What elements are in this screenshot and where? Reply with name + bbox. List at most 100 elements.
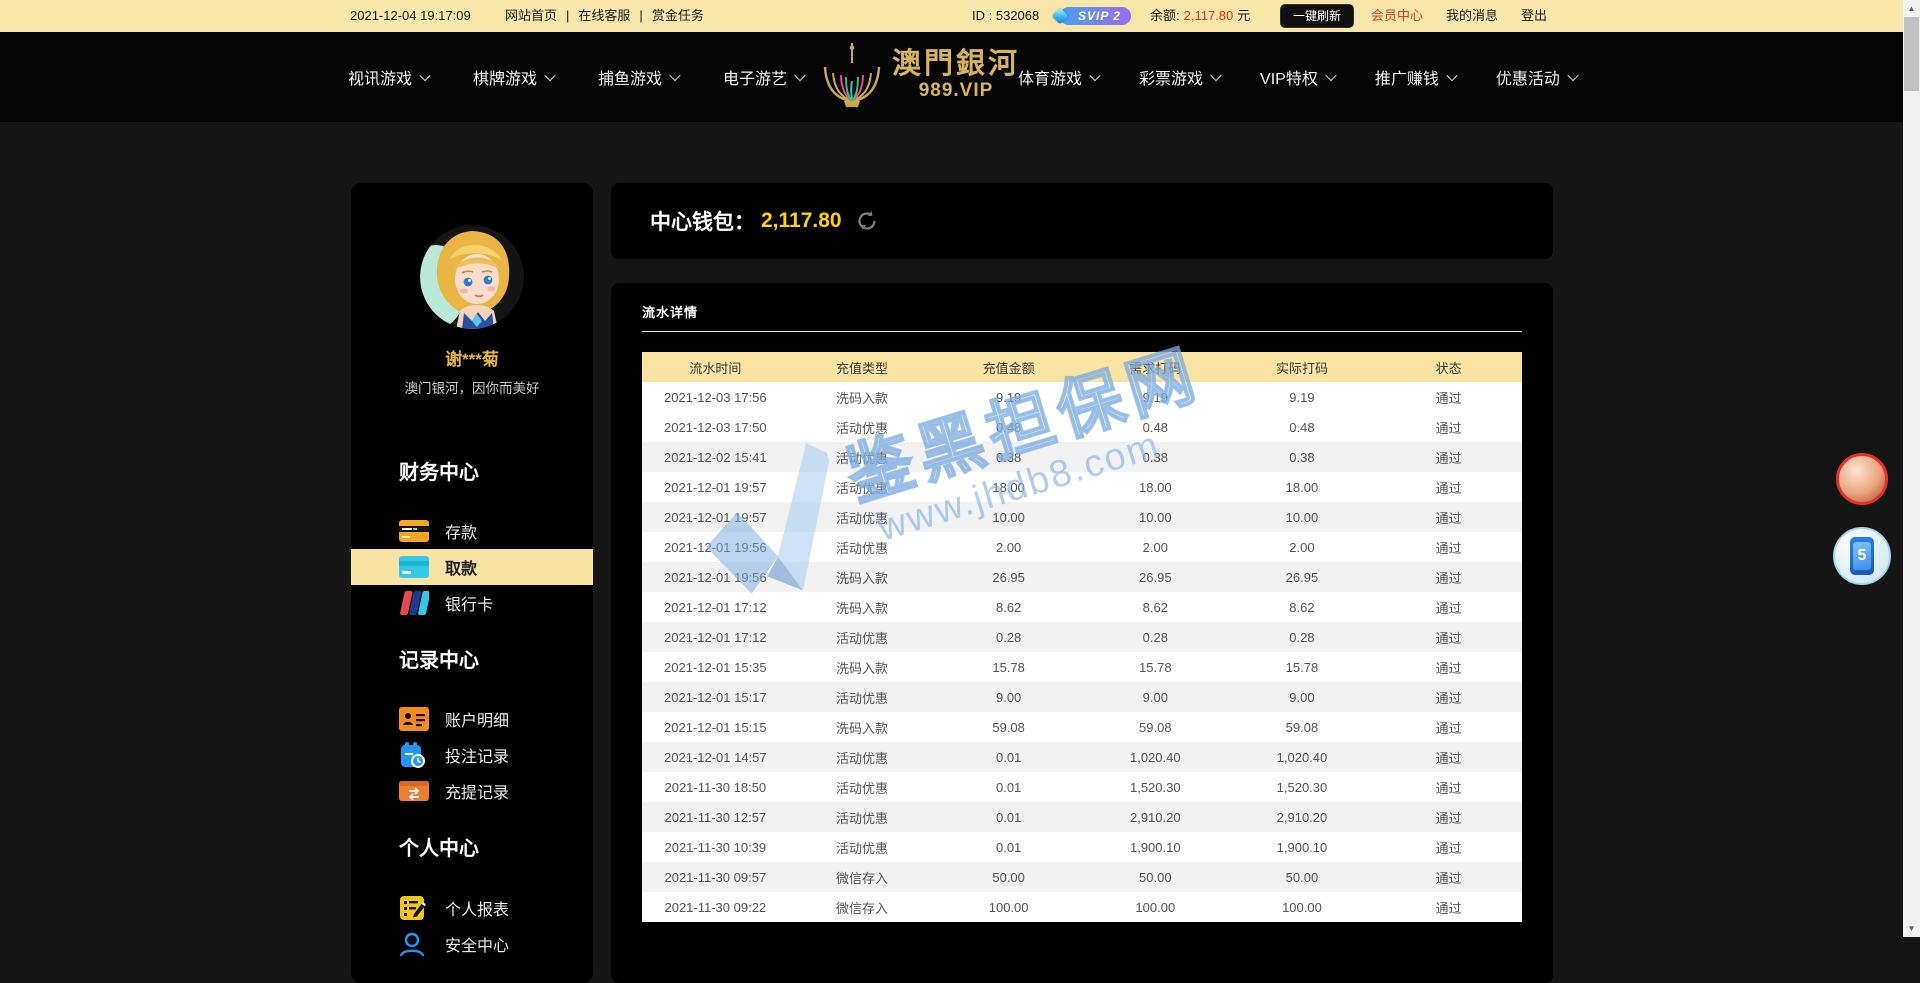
nav-menu-item[interactable]: 体育游戏 <box>1018 65 1099 89</box>
topbar-links: 网站首页在线客服赏金任务 <box>505 0 704 32</box>
cell-actual-turnover: 59.08 <box>1229 720 1376 735</box>
table-row: 2021-12-01 19:56 活动优惠 2.00 2.00 2.00 通过 <box>642 532 1522 562</box>
cell-actual-turnover: 1,520.30 <box>1229 780 1376 795</box>
cell-type: 活动优惠 <box>789 448 936 467</box>
cell-status: 通过 <box>1375 388 1522 407</box>
table-row: 2021-12-01 15:15 洗码入款 59.08 59.08 59.08 … <box>642 712 1522 742</box>
nav-menu-item[interactable]: 优惠活动 <box>1496 65 1577 89</box>
table-row: 2021-12-03 17:50 活动优惠 0.48 0.48 0.48 通过 <box>642 412 1522 442</box>
nav-menu-item[interactable]: 彩票游戏 <box>1139 65 1220 89</box>
cell-type: 洗码入款 <box>789 388 936 407</box>
scrollbar-up-arrow[interactable]: ▲ <box>1903 0 1920 17</box>
cell-required-turnover: 10.00 <box>1082 510 1229 525</box>
deposit-withdraw-record-icon <box>399 778 433 804</box>
chevron-down-icon <box>1325 70 1336 81</box>
cell-time: 2021-12-01 17:12 <box>642 630 789 645</box>
cell-amount: 2.00 <box>935 540 1082 555</box>
balance-label: 余额: <box>1150 0 1180 32</box>
nav-menu-item[interactable]: 电子游艺 <box>723 65 804 89</box>
cell-type: 活动优惠 <box>789 418 936 437</box>
sidebar-item-security-center[interactable]: 安全中心 <box>351 926 593 962</box>
cell-amount: 0.01 <box>935 840 1082 855</box>
sidebar-item-label: 账户明细 <box>445 707 509 731</box>
nav-menu-item[interactable]: 视讯游戏 <box>348 65 429 89</box>
nav-menu-item[interactable]: 棋牌游戏 <box>473 65 554 89</box>
site-logo[interactable]: 澳門銀河 989.VIP <box>820 41 1020 109</box>
cell-actual-turnover: 0.48 <box>1229 420 1376 435</box>
nav-menu-item[interactable]: VIP特权 <box>1260 65 1335 89</box>
cell-actual-turnover: 15.78 <box>1229 660 1376 675</box>
cell-required-turnover: 0.38 <box>1082 450 1229 465</box>
cell-required-turnover: 9.19 <box>1082 390 1229 405</box>
sidebar-item-deposit[interactable]: 存款 <box>351 513 593 549</box>
sidebar-item-personal-report[interactable]: 个人报表 <box>351 890 593 926</box>
cell-status: 通过 <box>1375 658 1522 677</box>
cell-amount: 9.19 <box>935 390 1082 405</box>
sidebar-item-bet-record[interactable]: 投注记录 <box>351 737 593 773</box>
cell-required-turnover: 2.00 <box>1082 540 1229 555</box>
nav-menu-item[interactable]: 捕鱼游戏 <box>598 65 679 89</box>
cell-status: 通过 <box>1375 688 1522 707</box>
wallet-refresh-icon[interactable] <box>856 210 878 232</box>
sidebar-item-deposit-withdraw-record[interactable]: 充提记录 <box>351 773 593 809</box>
cell-type: 洗码入款 <box>789 598 936 617</box>
sidebar-item-label: 银行卡 <box>445 591 493 615</box>
sidebar-item-withdraw[interactable]: 取款 <box>351 549 593 585</box>
cell-amount: 18.00 <box>935 480 1082 495</box>
bank-cards-icon <box>399 590 433 616</box>
cell-actual-turnover: 1,020.40 <box>1229 750 1376 765</box>
cell-type: 活动优惠 <box>789 508 936 527</box>
nav-menu-item[interactable]: 推广赚钱 <box>1375 65 1456 89</box>
cell-time: 2021-12-01 15:15 <box>642 720 789 735</box>
cell-type: 活动优惠 <box>789 538 936 557</box>
cell-type: 洗码入款 <box>789 718 936 737</box>
customer-service-float-icon[interactable] <box>1836 453 1888 505</box>
cell-required-turnover: 8.62 <box>1082 600 1229 615</box>
scrollbar-thumb[interactable] <box>1904 17 1919 91</box>
cell-status: 通过 <box>1375 898 1522 917</box>
sidebar-item-bank-card[interactable]: 银行卡 <box>351 585 593 621</box>
browser-scrollbar[interactable]: ▲ ▼ <box>1903 0 1920 937</box>
table-row: 2021-12-01 17:12 活动优惠 0.28 0.28 0.28 通过 <box>642 622 1522 652</box>
diamond-icon <box>1052 8 1069 25</box>
app-download-float-icon[interactable]: 5 <box>1833 527 1891 585</box>
withdraw-card-icon <box>399 554 433 580</box>
section-heading-records: 记录中心 <box>351 647 593 675</box>
topbar-link[interactable]: 网站首页 <box>505 0 557 32</box>
cell-status: 通过 <box>1375 838 1522 857</box>
username: 谢***菊 <box>351 345 593 370</box>
sidebar-item-label: 取款 <box>445 555 477 579</box>
logout-link[interactable]: 登出 <box>1521 0 1547 32</box>
my-messages-link[interactable]: 我的消息 <box>1446 0 1498 32</box>
cell-type: 洗码入款 <box>789 658 936 677</box>
deposit-card-icon <box>399 518 433 544</box>
phone-5-glyph: 5 <box>1858 547 1867 565</box>
cell-required-turnover: 1,020.40 <box>1082 750 1229 765</box>
cell-type: 活动优惠 <box>789 688 936 707</box>
topbar-link[interactable]: 赏金任务 <box>630 0 703 32</box>
cell-time: 2021-11-30 12:57 <box>642 810 789 825</box>
cell-status: 通过 <box>1375 418 1522 437</box>
cell-amount: 15.78 <box>935 660 1082 675</box>
nav-left-menu: 视讯游戏 棋牌游戏 捕鱼游戏 电子游艺 <box>348 32 804 122</box>
flow-details-title: 流水详情 <box>642 302 1522 321</box>
chevron-down-icon <box>1446 70 1457 81</box>
topbar-link[interactable]: 在线客服 <box>557 0 630 32</box>
cell-amount: 59.08 <box>935 720 1082 735</box>
balance-unit: 元 <box>1237 0 1250 32</box>
section-heading-finance: 财务中心 <box>351 459 593 487</box>
one-key-refresh-button[interactable]: 一键刷新 <box>1280 4 1354 28</box>
top-utility-bar: 2021-12-04 19:17:09 网站首页在线客服赏金任务 ID : 53… <box>0 0 1920 32</box>
sidebar-item-label: 投注记录 <box>445 743 509 767</box>
scrollbar-down-arrow[interactable]: ▼ <box>1903 920 1920 937</box>
cell-time: 2021-12-03 17:56 <box>642 390 789 405</box>
member-center-link[interactable]: 会员中心 <box>1371 0 1423 32</box>
sidebar-item-account-detail[interactable]: 账户明细 <box>351 701 593 737</box>
table-row: 2021-11-30 09:57 微信存入 50.00 50.00 50.00 … <box>642 862 1522 892</box>
cell-time: 2021-12-01 15:35 <box>642 660 789 675</box>
logo-subtitle: 989.VIP <box>919 80 994 102</box>
logo-title: 澳門銀河 <box>892 48 1020 80</box>
center-wallet-card: 中心钱包： 2,117.80 <box>611 183 1553 259</box>
sidebar-item-label: 个人报表 <box>445 896 509 920</box>
cell-time: 2021-11-30 09:22 <box>642 900 789 915</box>
